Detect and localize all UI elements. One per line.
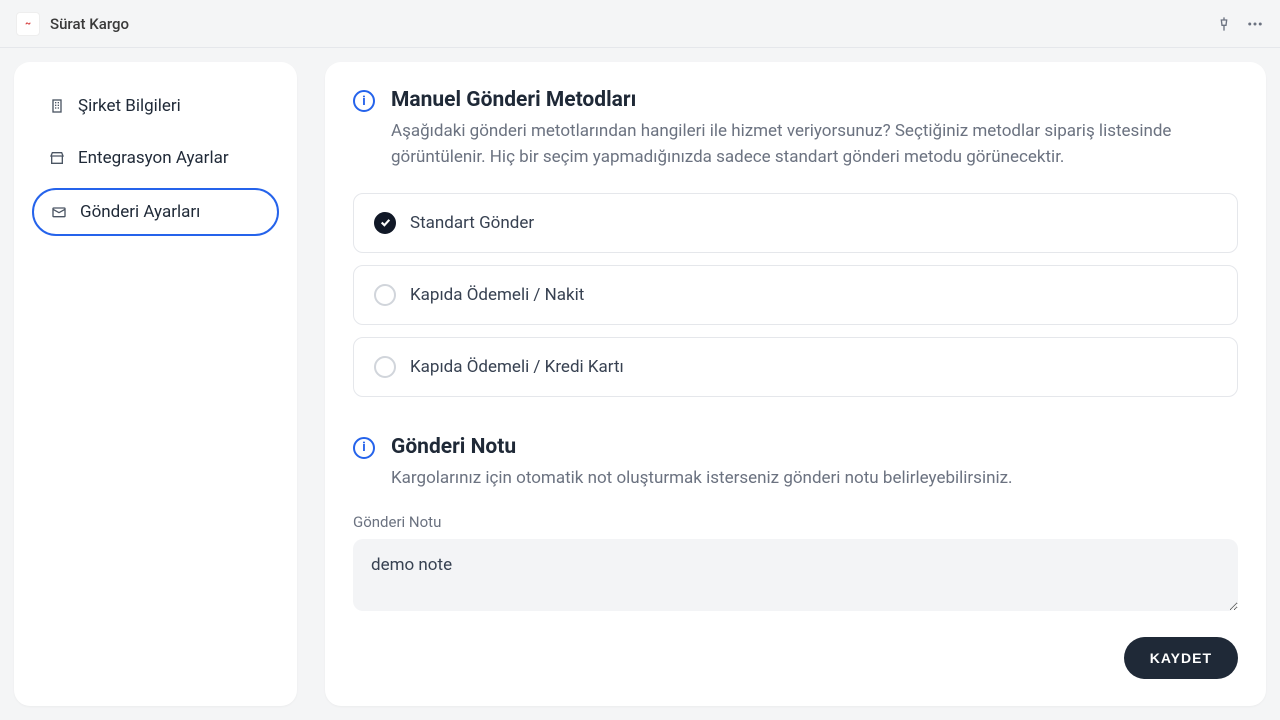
checkbox-icon [374, 284, 396, 306]
option-label: Standart Gönder [410, 213, 534, 233]
app-header: ~ Sürat Kargo [0, 0, 1280, 48]
sidebar-item-label: Şirket Bilgileri [78, 96, 181, 116]
sidebar-item-label: Entegrasyon Ayarlar [78, 148, 229, 168]
store-icon [48, 149, 66, 167]
info-icon: i [353, 90, 375, 112]
section-header-methods: i Manuel Gönderi Metodları Aşağıdaki gön… [353, 88, 1238, 171]
section-title: Gönderi Notu [391, 435, 1238, 459]
sidebar: Şirket Bilgileri Entegrasyon Ayarlar Gön… [14, 62, 297, 706]
option-label: Kapıda Ödemeli / Nakit [410, 285, 584, 305]
shipping-note-input[interactable] [353, 539, 1238, 611]
checkbox-icon [374, 212, 396, 234]
sidebar-item-label: Gönderi Ayarları [80, 202, 200, 222]
section-desc: Kargolarınız için otomatik not oluşturma… [391, 465, 1238, 491]
shipping-option-standard[interactable]: Standart Gönder [353, 193, 1238, 253]
shipping-option-cod-card[interactable]: Kapıda Ödemeli / Kredi Kartı [353, 337, 1238, 397]
content-panel: i Manuel Gönderi Metodları Aşağıdaki gön… [325, 62, 1266, 706]
section-title: Manuel Gönderi Metodları [391, 88, 1238, 112]
brand-logo: ~ [16, 12, 40, 36]
more-icon[interactable] [1246, 15, 1264, 33]
shipping-option-cod-cash[interactable]: Kapıda Ödemeli / Nakit [353, 265, 1238, 325]
note-input-label: Gönderi Notu [353, 513, 1238, 531]
building-icon [48, 97, 66, 115]
mail-icon [50, 203, 68, 221]
sidebar-item-shipping[interactable]: Gönderi Ayarları [32, 188, 279, 236]
info-icon: i [353, 437, 375, 459]
save-button[interactable]: KAYDET [1124, 637, 1238, 679]
sidebar-item-company[interactable]: Şirket Bilgileri [32, 84, 279, 128]
checkbox-icon [374, 356, 396, 378]
option-label: Kapıda Ödemeli / Kredi Kartı [410, 357, 624, 377]
section-desc: Aşağıdaki gönderi metotlarından hangiler… [391, 118, 1238, 171]
sidebar-item-integration[interactable]: Entegrasyon Ayarlar [32, 136, 279, 180]
app-title: Sürat Kargo [50, 15, 129, 33]
pin-icon[interactable] [1216, 16, 1232, 32]
section-header-note: i Gönderi Notu Kargolarınız için otomati… [353, 435, 1238, 491]
